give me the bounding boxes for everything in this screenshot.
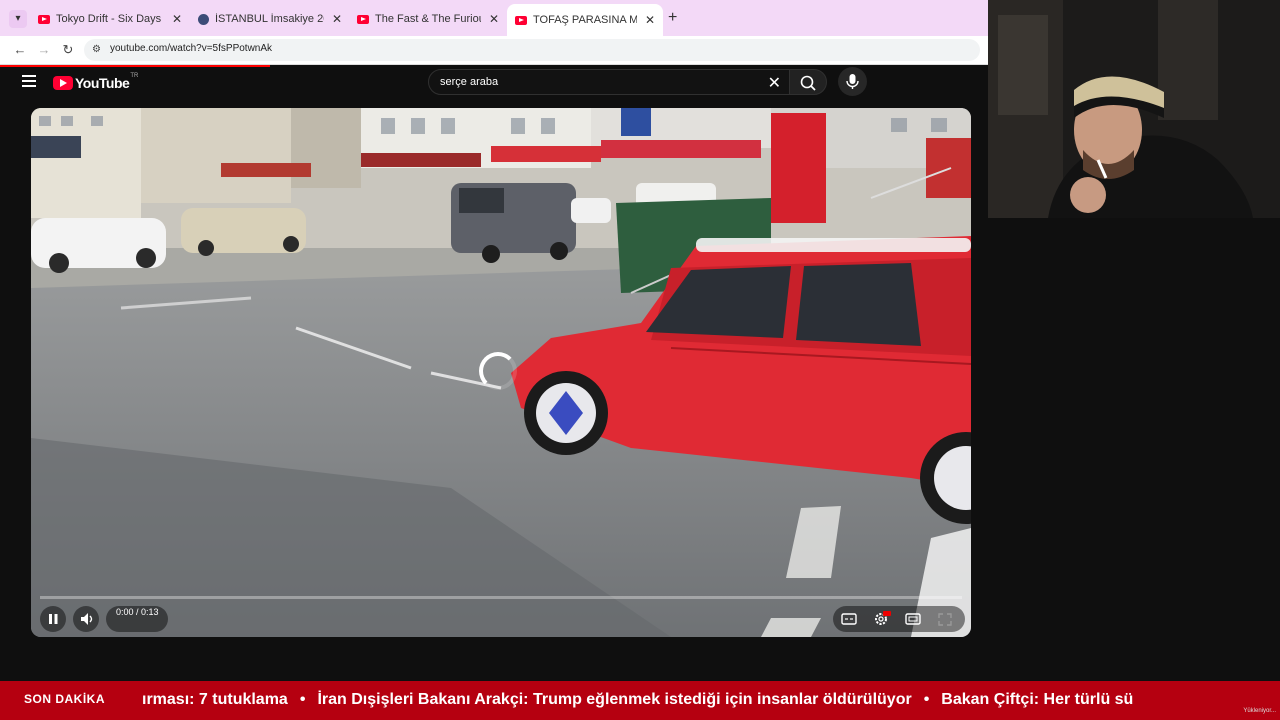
ticker-text: ırması: 7 tutuklama • İran Dışişleri Bakan… xyxy=(142,681,1133,720)
browser-window: ▾ Tokyo Drift - Six Days (4K) - You ✕ İS… xyxy=(0,0,988,65)
tab-close-icon[interactable]: ✕ xyxy=(489,12,499,26)
news-ticker: SON DAKİKA ırması: 7 tutuklama • İran Dışi… xyxy=(0,681,1280,720)
clear-search-icon[interactable]: ✕ xyxy=(768,73,781,93)
address-bar[interactable]: ⚙ youtube.com/watch?v=5fsPPotwnAk xyxy=(84,39,980,61)
webcam-frame xyxy=(988,0,1280,218)
back-arrow-icon[interactable]: ← xyxy=(10,40,30,60)
tab-istanbul-imsakiye[interactable]: İSTANBUL İmsakiye 2026 - İSTA ✕ xyxy=(190,6,350,32)
search-button[interactable] xyxy=(789,69,827,95)
screen: ▾ Tokyo Drift - Six Days (4K) - You ✕ İS… xyxy=(0,0,1280,720)
hamburger-menu-icon[interactable] xyxy=(22,75,36,89)
loading-text: Yükleniyor... xyxy=(1243,708,1276,714)
tab-search-chevron-icon[interactable]: ▾ xyxy=(9,10,27,28)
region-badge: TR xyxy=(130,73,139,79)
search-icon xyxy=(800,75,816,91)
tab-title: TOFAŞ PARASINA MERCEDES A xyxy=(533,14,637,26)
beige-car xyxy=(181,208,306,256)
video-player[interactable]: 0:00 / 0:13 xyxy=(31,108,971,637)
gear-icon xyxy=(875,611,891,625)
volume-icon xyxy=(81,613,93,625)
mute-button[interactable] xyxy=(73,606,99,632)
tab-title: The Fast & The Furious Tokyo D xyxy=(375,13,481,25)
grey-van xyxy=(451,183,576,263)
ticker-item: ırması: 7 tutuklama xyxy=(142,691,288,708)
search-query-text: serçe araba xyxy=(440,76,499,88)
voice-search-button[interactable] xyxy=(838,67,867,96)
fullscreen-icon xyxy=(938,613,952,626)
ticker-separator-icon: • xyxy=(923,691,930,708)
time-display: 0:00 / 0:13 xyxy=(116,607,159,617)
tab-close-icon[interactable]: ✕ xyxy=(645,13,655,27)
ticker-separator-icon: • xyxy=(299,691,306,708)
tab-close-icon[interactable]: ✕ xyxy=(172,12,182,26)
pause-icon xyxy=(49,614,58,624)
ticker-item: İran Dışişleri Bakanı Arakçi: Trump eğle… xyxy=(317,691,912,708)
site-info-icon[interactable]: ⚙ xyxy=(92,44,104,56)
search-input[interactable]: serçe araba ✕ xyxy=(428,69,790,95)
tab-strip: ▾ Tokyo Drift - Six Days (4K) - You ✕ İS… xyxy=(0,0,988,36)
tab-tokyo-drift[interactable]: Tokyo Drift - Six Days (4K) - You ✕ xyxy=(30,6,190,32)
tab-tofas-mercedes[interactable]: TOFAŞ PARASINA MERCEDES A ✕ xyxy=(507,4,663,36)
tab-close-icon[interactable]: ✕ xyxy=(332,12,342,26)
subtitles-icon xyxy=(841,613,857,625)
page-load-progress-bar xyxy=(0,65,270,67)
white-car xyxy=(31,218,166,273)
subtitles-button[interactable] xyxy=(837,606,861,632)
tab-title: Tokyo Drift - Six Days (4K) - You xyxy=(56,13,164,25)
microphone-icon xyxy=(846,74,859,89)
video-progress-bar[interactable] xyxy=(40,596,962,599)
youtube-logo-text: YouTube xyxy=(75,75,130,91)
theater-mode-icon xyxy=(905,613,921,625)
streamer-webcam xyxy=(988,0,1280,218)
youtube-play-logo-icon xyxy=(53,76,73,90)
url-text: youtube.com/watch?v=5fsPPotwnAk xyxy=(110,43,273,54)
settings-button[interactable] xyxy=(869,606,893,632)
youtube-favicon-icon xyxy=(357,14,369,24)
youtube-page: YouTube TR serçe araba ✕ 0:00 / 0:13 xyxy=(0,65,988,672)
fullscreen-button[interactable] xyxy=(933,606,957,632)
tab-title: İSTANBUL İmsakiye 2026 - İSTA xyxy=(215,13,324,25)
youtube-favicon-icon xyxy=(515,15,527,25)
youtube-favicon-icon xyxy=(38,14,50,24)
loading-spinner-icon xyxy=(479,352,517,390)
theater-mode-button[interactable] xyxy=(901,606,925,632)
browser-toolbar: ← → ↻ ⚙ youtube.com/watch?v=5fsPPotwnAk xyxy=(0,36,988,65)
globe-favicon-icon xyxy=(198,13,209,25)
breaking-news-label: SON DAKİKA xyxy=(0,681,142,720)
reload-icon[interactable]: ↻ xyxy=(58,40,78,60)
ticker-item: Bakan Çiftçi: Her türlü sü xyxy=(941,691,1134,708)
new-tab-plus-icon[interactable]: + xyxy=(668,9,677,27)
youtube-logo[interactable]: YouTube TR xyxy=(53,73,139,91)
forward-arrow-icon[interactable]: → xyxy=(34,40,54,60)
tab-fast-furious[interactable]: The Fast & The Furious Tokyo D ✕ xyxy=(349,6,507,32)
play-pause-button[interactable] xyxy=(40,606,66,632)
